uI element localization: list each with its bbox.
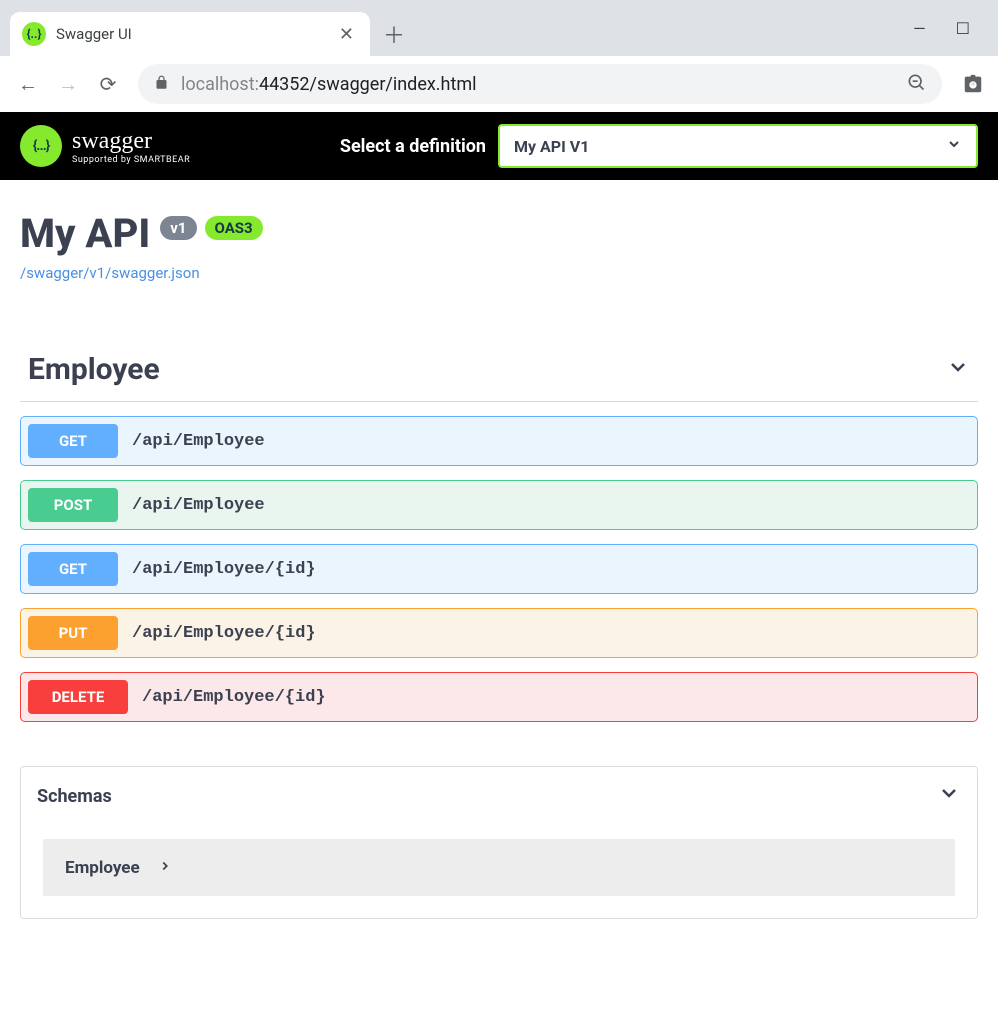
minimize-icon[interactable]: — [913,19,926,38]
schema-item[interactable]: Employee [43,839,955,896]
reload-icon[interactable]: ⟳ [94,70,122,98]
version-badge: v1 [160,216,196,240]
swagger-logo-subtext: Supported by SMARTBEAR [72,155,190,165]
zoom-icon[interactable] [906,72,926,97]
address-bar[interactable]: localhost:44352/swagger/index.html [138,64,942,104]
chevron-down-icon [937,781,961,811]
swagger-topbar: {…} swagger Supported by SMARTBEAR Selec… [0,112,998,180]
url-text: localhost:44352/swagger/index.html [181,74,894,95]
chevron-down-icon [946,355,970,385]
url-path: 44352/swagger/index.html [259,74,477,95]
oas-badge: OAS3 [205,216,263,240]
method-badge: PUT [28,616,118,650]
operation-path: /api/Employee [132,496,265,515]
tab-title: Swagger UI [56,25,325,43]
window-controls: — ☐ [913,19,998,56]
chevron-right-icon [158,857,172,878]
opblock-delete[interactable]: DELETE/api/Employee/{id} [20,672,978,722]
tag-section: Employee GET/api/EmployeePOST/api/Employ… [20,352,978,722]
operation-path: /api/Employee/{id} [132,560,316,579]
schemas-header[interactable]: Schemas [21,767,977,825]
definition-select-value: My API V1 [514,137,589,156]
new-tab-button[interactable]: ＋ [378,18,410,50]
tab-bar: {..} Swagger UI ✕ ＋ — ☐ [0,0,998,56]
url-host: localhost: [181,74,259,95]
profile-icon[interactable] [962,73,984,95]
schemas-section: Schemas Employee [20,766,978,919]
opblock-post[interactable]: POST/api/Employee [20,480,978,530]
operations-list: GET/api/EmployeePOST/api/EmployeeGET/api… [20,416,978,722]
swagger-json-link[interactable]: /swagger/v1/swagger.json [20,264,200,282]
swagger-logo-icon: {…} [20,125,62,167]
method-badge: POST [28,488,118,522]
method-badge: GET [28,424,118,458]
operation-path: /api/Employee/{id} [142,688,326,707]
swagger-logo-text: swagger [72,128,190,155]
schemas-title: Schemas [37,786,112,807]
tag-header[interactable]: Employee [20,352,978,402]
opblock-get[interactable]: GET/api/Employee [20,416,978,466]
maximize-icon[interactable]: ☐ [956,19,970,38]
method-badge: DELETE [28,680,128,714]
close-tab-icon[interactable]: ✕ [335,24,358,45]
operation-path: /api/Employee [132,432,265,451]
schema-items: Employee [21,825,977,918]
definition-label: Select a definition [340,136,486,157]
main-content: My API v1 OAS3 /swagger/v1/swagger.json … [0,180,998,959]
swagger-logo[interactable]: {…} swagger Supported by SMARTBEAR [20,125,190,167]
swagger-favicon-icon: {..} [22,22,46,46]
opblock-get[interactable]: GET/api/Employee/{id} [20,544,978,594]
tag-title: Employee [28,352,160,387]
schema-name: Employee [65,858,140,878]
forward-icon[interactable]: → [54,70,82,98]
opblock-put[interactable]: PUT/api/Employee/{id} [20,608,978,658]
api-title: My API [20,210,150,257]
lock-icon [154,75,169,94]
browser-tab[interactable]: {..} Swagger UI ✕ [10,12,370,56]
api-header: My API v1 OAS3 [20,210,978,257]
browser-nav-bar: ← → ⟳ localhost:44352/swagger/index.html [0,56,998,112]
method-badge: GET [28,552,118,586]
definition-select[interactable]: My API V1 [498,124,978,168]
chevron-down-icon [946,136,962,156]
browser-chrome: {..} Swagger UI ✕ ＋ — ☐ ← → ⟳ localhost:… [0,0,998,112]
back-icon[interactable]: ← [14,70,42,98]
operation-path: /api/Employee/{id} [132,624,316,643]
